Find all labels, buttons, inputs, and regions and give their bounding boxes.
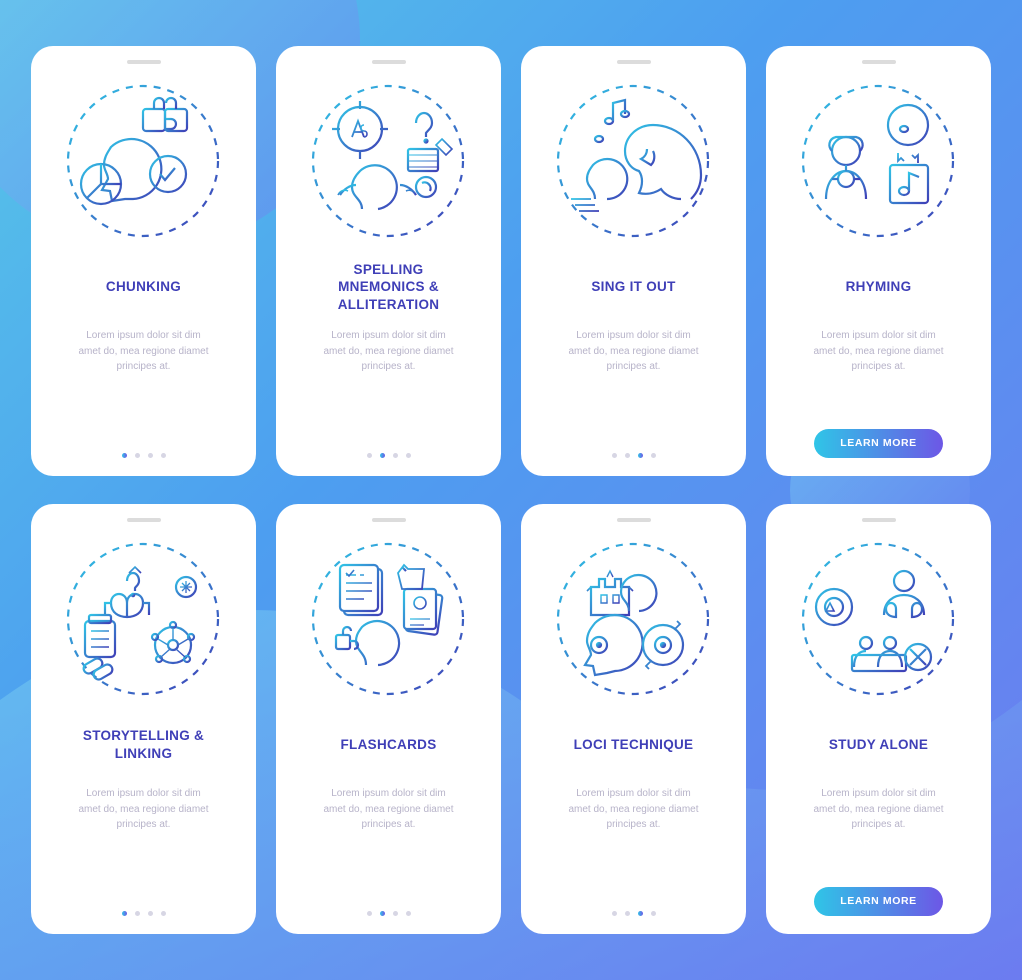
card-rhyming: RHYMING Lorem ipsum dolor sit dim amet d… (766, 46, 991, 476)
storytelling-icon (59, 534, 229, 704)
sing-icon (549, 76, 719, 246)
pagination-dots[interactable] (612, 439, 656, 458)
card-title: STUDY ALONE (829, 718, 928, 772)
card-body: Lorem ipsum dolor sit dim amet do, mea r… (813, 786, 943, 846)
card-body: Lorem ipsum dolor sit dim amet do, mea r… (323, 328, 453, 388)
chunking-icon (59, 76, 229, 246)
card-title: FLASHCARDS (341, 718, 437, 772)
card-storytelling: STORYTELLING & LINKING Lorem ipsum dolor… (31, 504, 256, 934)
card-title: SING IT OUT (591, 260, 675, 314)
phone-speaker (617, 60, 651, 64)
card-body: Lorem ipsum dolor sit dim amet do, mea r… (568, 328, 698, 388)
card-title: CHUNKING (106, 260, 181, 314)
pagination-dots[interactable] (367, 897, 411, 916)
onboarding-cards-grid: CHUNKING Lorem ipsum dolor sit dim amet … (0, 0, 1022, 980)
card-loci: LOCI TECHNIQUE Lorem ipsum dolor sit dim… (521, 504, 746, 934)
learn-more-button[interactable]: LEARN MORE (814, 429, 943, 458)
phone-speaker (617, 518, 651, 522)
flashcards-icon (304, 534, 474, 704)
phone-speaker (372, 60, 406, 64)
card-flashcards: FLASHCARDS Lorem ipsum dolor sit dim ame… (276, 504, 501, 934)
card-body: Lorem ipsum dolor sit dim amet do, mea r… (78, 328, 208, 388)
phone-speaker (372, 518, 406, 522)
loci-icon (549, 534, 719, 704)
card-title: SPELLING MNEMONICS & ALLITERATION (338, 260, 440, 314)
pagination-dots[interactable] (367, 439, 411, 458)
card-body: Lorem ipsum dolor sit dim amet do, mea r… (323, 786, 453, 846)
pagination-dots[interactable] (122, 897, 166, 916)
study-alone-icon (794, 534, 964, 704)
card-body: Lorem ipsum dolor sit dim amet do, mea r… (813, 328, 943, 388)
phone-speaker (127, 60, 161, 64)
card-title: LOCI TECHNIQUE (574, 718, 694, 772)
spelling-icon (304, 76, 474, 246)
phone-speaker (862, 518, 896, 522)
card-title: RHYMING (846, 260, 912, 314)
pagination-dots[interactable] (612, 897, 656, 916)
card-title: STORYTELLING & LINKING (83, 718, 204, 772)
card-chunking: CHUNKING Lorem ipsum dolor sit dim amet … (31, 46, 256, 476)
rhyming-icon (794, 76, 964, 246)
pagination-dots[interactable] (122, 439, 166, 458)
card-spelling: SPELLING MNEMONICS & ALLITERATION Lorem … (276, 46, 501, 476)
card-body: Lorem ipsum dolor sit dim amet do, mea r… (78, 786, 208, 846)
phone-speaker (127, 518, 161, 522)
card-study-alone: STUDY ALONE Lorem ipsum dolor sit dim am… (766, 504, 991, 934)
phone-speaker (862, 60, 896, 64)
card-sing-it-out: SING IT OUT Lorem ipsum dolor sit dim am… (521, 46, 746, 476)
card-body: Lorem ipsum dolor sit dim amet do, mea r… (568, 786, 698, 846)
learn-more-button[interactable]: LEARN MORE (814, 887, 943, 916)
